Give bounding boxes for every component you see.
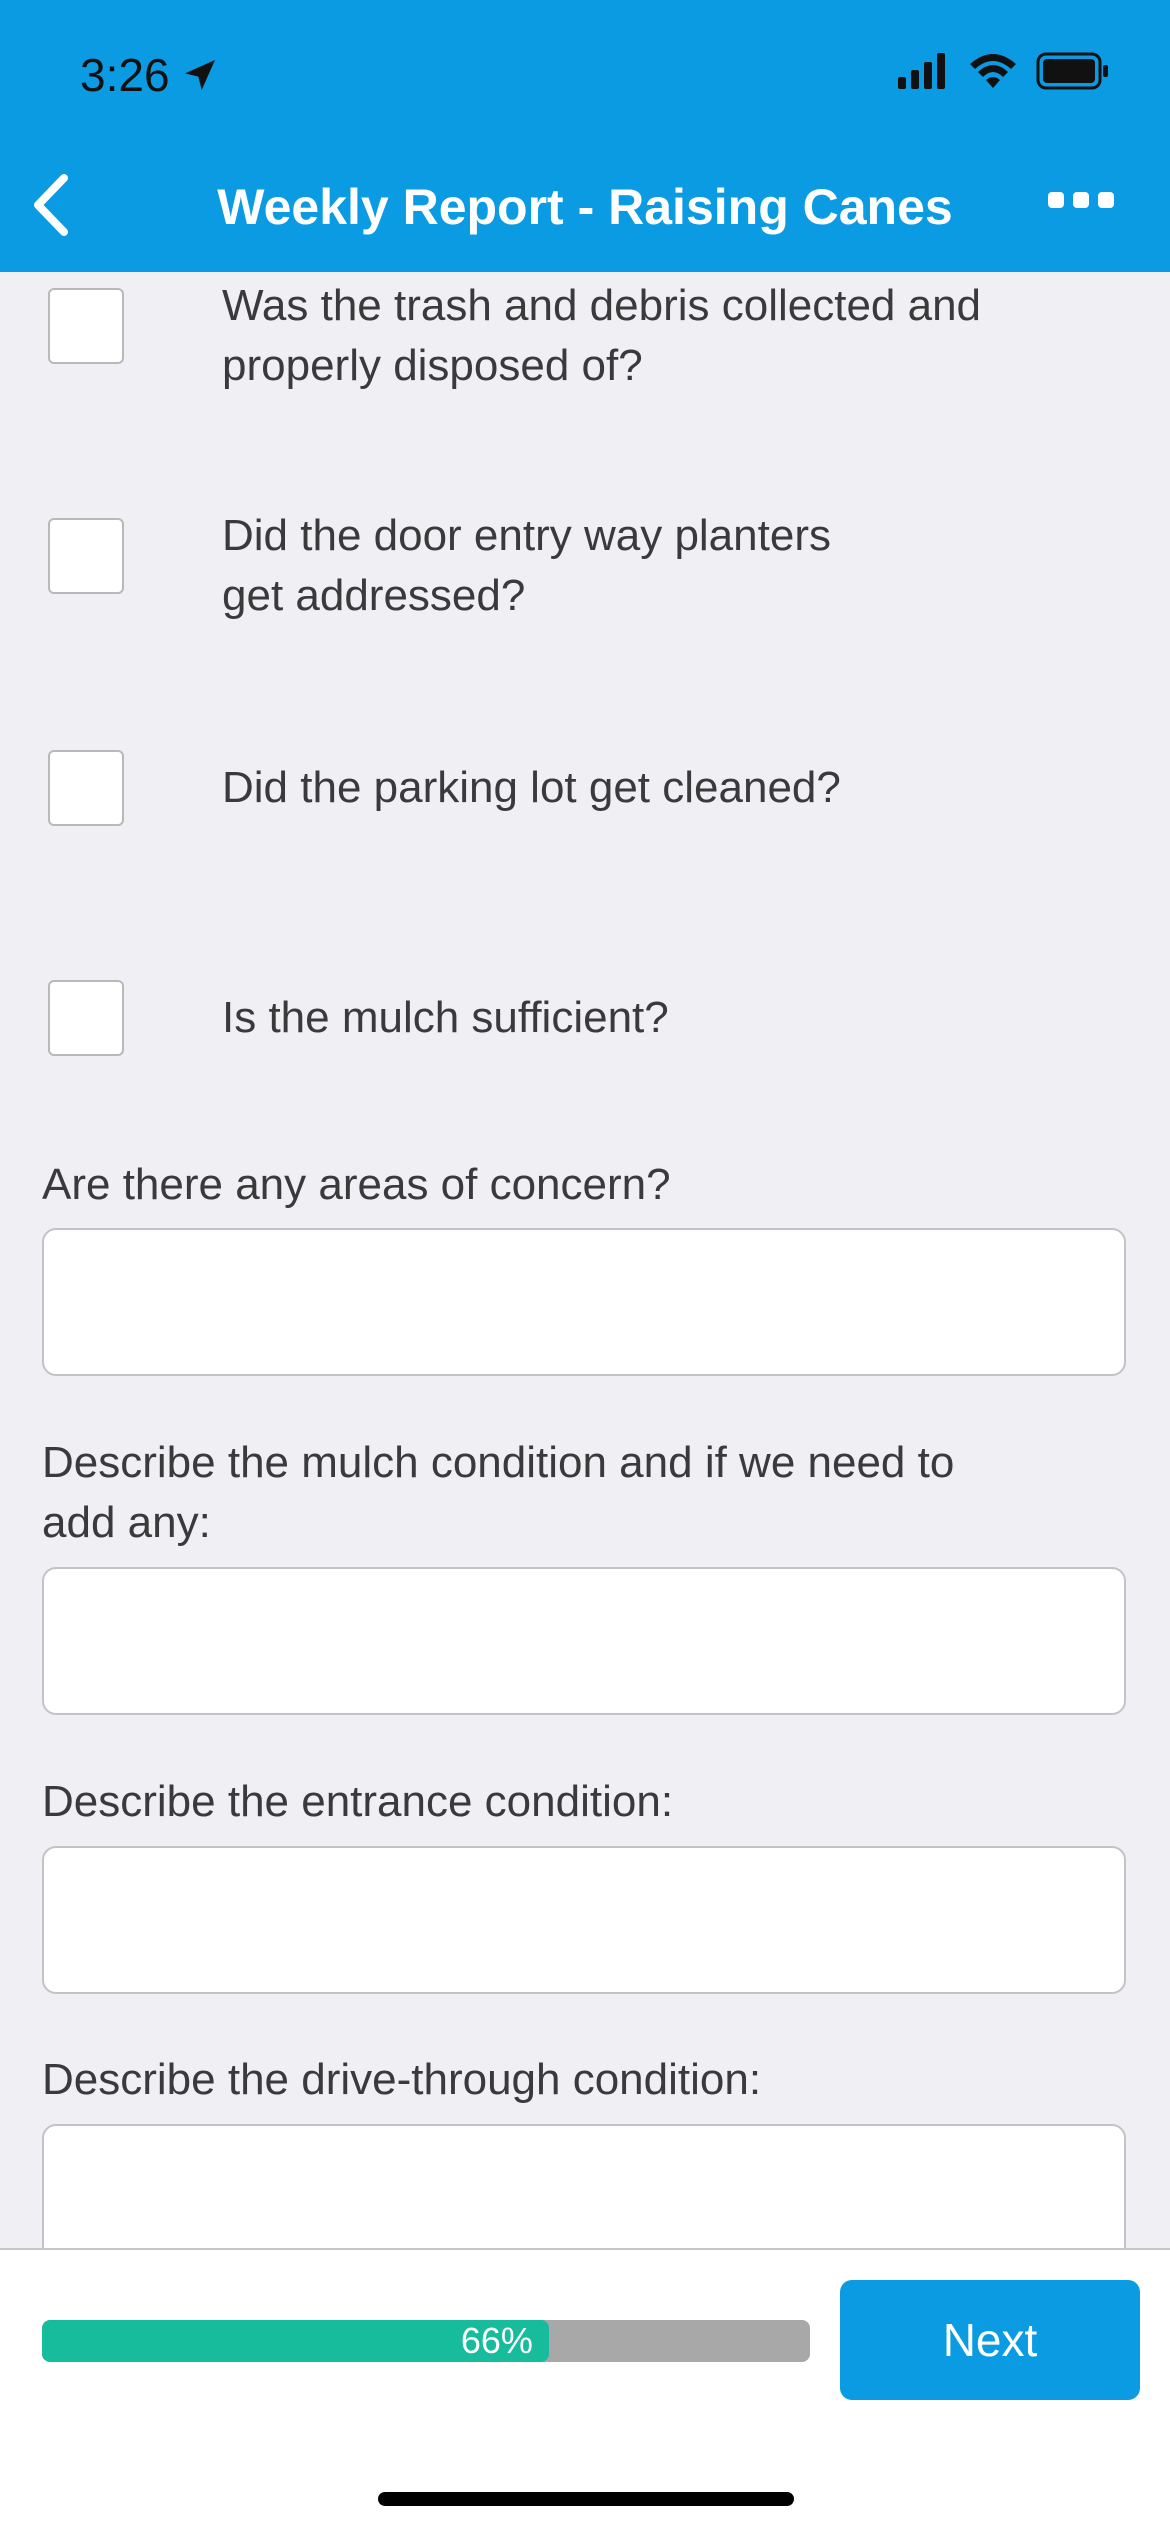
field-label: Describe the mulch condition and if we n… [42, 1433, 1122, 1553]
checklist-item: Did the parking lot get cleaned? [48, 750, 1128, 830]
next-button[interactable]: Next [840, 2280, 1140, 2400]
checklist-label: Is the mulch sufficient? [222, 993, 669, 1042]
ellipsis-dot-icon [1073, 192, 1089, 208]
checklist-item: Is the mulch sufficient? [48, 980, 1128, 1060]
field-label-line: Describe the entrance condition: [42, 1777, 674, 1826]
status-icons [898, 52, 1110, 90]
mulch-condition-input[interactable] [42, 1567, 1126, 1715]
field-label-line: Describe the drive-through condition: [42, 2055, 762, 2104]
status-time-text: 3:26 [80, 49, 170, 101]
ellipsis-dot-icon [1098, 192, 1114, 208]
field-label-line: Describe the mulch condition and if we n… [42, 1438, 955, 1487]
checklist-item: Did the door entry way planters get addr… [48, 511, 1128, 638]
checkbox[interactable] [48, 288, 124, 364]
status-time: 3:26 [80, 48, 220, 102]
field-label: Describe the entrance condition: [42, 1772, 1122, 1832]
page-title: Weekly Report - Raising Canes [217, 179, 953, 235]
checkbox[interactable] [48, 518, 124, 594]
checklist-label-line: Was the trash and debris collected and [222, 281, 982, 330]
checklist-label-line: properly disposed of? [222, 341, 643, 390]
field-label: Are there any areas of concern? [42, 1155, 1122, 1215]
more-options-button[interactable] [1048, 192, 1114, 208]
entrance-condition-input[interactable] [42, 1846, 1126, 1994]
progress-text: 66% [460, 2320, 533, 2361]
cellular-signal-icon [898, 53, 945, 89]
checklist-label: Did the door entry way planters get addr… [222, 506, 831, 626]
checklist-label: Did the parking lot get cleaned? [222, 763, 841, 812]
home-indicator [378, 2492, 794, 2506]
checklist-label: Was the trash and debris collected and p… [222, 276, 981, 396]
checklist-label-line: Did the door entry way planters [222, 511, 831, 560]
field-label: Describe the drive-through condition: [42, 2050, 1122, 2110]
progress-bar: 66% [42, 2320, 810, 2362]
field-label-line: add any: [42, 1498, 211, 1547]
areas-of-concern-input[interactable] [42, 1228, 1126, 1376]
wifi-icon [970, 54, 1016, 88]
checklist-item: Was the trash and debris collected and p… [48, 281, 1128, 408]
location-arrow-icon [184, 60, 215, 90]
checklist-label-line: get addressed? [222, 571, 526, 620]
ellipsis-dot-icon [1048, 192, 1064, 208]
checkbox[interactable] [48, 980, 124, 1056]
checkbox[interactable] [48, 750, 124, 826]
app-header: 3:26 Weekly Report - Raising Canes [0, 0, 1170, 272]
battery-icon [1036, 52, 1108, 90]
field-label-line: Are there any areas of concern? [42, 1160, 671, 1209]
